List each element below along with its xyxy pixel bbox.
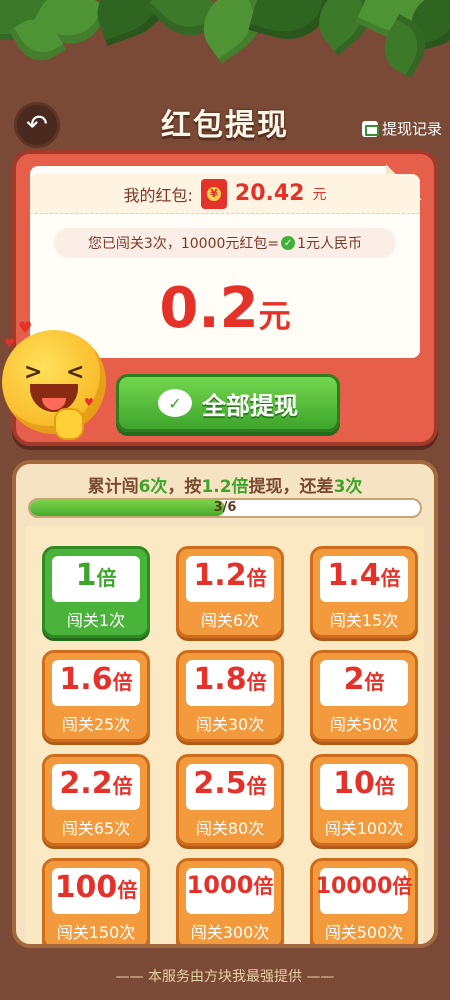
multiplier-tier-8[interactable]: 2.5 倍闯关80次 bbox=[176, 754, 284, 846]
tier-multiplier-value: 1.2 bbox=[193, 558, 247, 593]
multiplier-tier-11[interactable]: 1000 倍闯关300次 bbox=[176, 858, 284, 944]
tier-multiplier-value: 1.6 bbox=[59, 662, 113, 697]
tier-multiplier: 1.8 倍 bbox=[186, 660, 274, 706]
tier-multiplier: 1.2 倍 bbox=[186, 556, 274, 602]
exchange-rate-line: 您已闯关3次，10000元红包= ✓ 1元人民币 bbox=[54, 228, 396, 258]
tier-multiplier-value: 10000 bbox=[315, 874, 393, 899]
multiplier-tier-1[interactable]: 1 倍闯关1次 bbox=[42, 546, 150, 638]
tier-requirement: 闯关50次 bbox=[329, 715, 399, 734]
hongbao-amount: 20.42 bbox=[234, 181, 305, 206]
tier-multiplier: 2.5 倍 bbox=[186, 764, 274, 810]
tier-multiplier: 1.6 倍 bbox=[52, 660, 140, 706]
tier-requirement: 闯关300次 bbox=[190, 923, 270, 942]
progress-label: 3/6 bbox=[213, 500, 237, 515]
tier-multiplier-unit: 倍 bbox=[117, 878, 138, 902]
leaf-decoration bbox=[0, 0, 450, 90]
tier-multiplier-unit: 倍 bbox=[380, 566, 401, 590]
exchange-rate-value: 1元人民币 bbox=[297, 236, 363, 252]
tier-requirement: 闯关80次 bbox=[195, 819, 265, 838]
hongbao-balance-row: 我的红包: 20.42 元 bbox=[30, 174, 420, 214]
amount-unit: 元 bbox=[258, 297, 291, 335]
red-envelope-icon bbox=[200, 178, 227, 209]
hongbao-label: 我的红包: bbox=[123, 185, 193, 205]
record-icon bbox=[361, 120, 379, 137]
tier-multiplier-value: 1.4 bbox=[327, 558, 381, 593]
tier-multiplier-unit: 倍 bbox=[364, 670, 385, 694]
multiplier-tier-6[interactable]: 2 倍闯关50次 bbox=[310, 650, 418, 742]
tier-multiplier: 100 倍 bbox=[52, 868, 140, 914]
tier-multiplier-value: 2 bbox=[343, 662, 365, 697]
tier-multiplier-value: 1.8 bbox=[193, 662, 247, 697]
exchange-rate-text: 您已闯关3次，10000元红包= bbox=[87, 236, 280, 252]
multiplier-tier-7[interactable]: 2.2 倍闯关65次 bbox=[42, 754, 150, 846]
withdraw-all-button[interactable]: 全部提现 bbox=[116, 374, 340, 432]
tier-multiplier-unit: 倍 bbox=[246, 670, 267, 694]
amount-value: 0.2 bbox=[159, 276, 259, 341]
tier-requirement: 闯关25次 bbox=[61, 715, 131, 734]
tier-multiplier: 1倍 bbox=[52, 556, 140, 602]
heart-icon: ♥ bbox=[4, 336, 15, 350]
hongbao-unit: 元 bbox=[312, 186, 327, 203]
tier-multiplier-value: 100 bbox=[54, 870, 118, 905]
multiplier-tier-5[interactable]: 1.8 倍闯关30次 bbox=[176, 650, 284, 742]
tier-multiplier-value: 1000 bbox=[186, 871, 254, 899]
heart-icon: ♥ bbox=[84, 396, 94, 409]
tier-multiplier: 10 倍 bbox=[320, 764, 408, 810]
tier-multiplier-unit: 倍 bbox=[392, 874, 413, 898]
multiplier-panel: 累计闯6次，按1.2倍提现，还差3次 3/6 1 倍闯关1次 1.2 倍闯关6次 1.4… bbox=[12, 460, 438, 948]
tier-multiplier-unit: 倍 bbox=[246, 774, 267, 798]
tier-multiplier: 10000 倍 bbox=[316, 868, 412, 914]
tier-multiplier-value: 2.5 bbox=[193, 766, 247, 801]
tier-multiplier: 2倍 bbox=[320, 660, 408, 706]
laughing-emoji-mascot: > < bbox=[2, 330, 106, 440]
tier-multiplier: 2.2 倍 bbox=[52, 764, 140, 810]
multiplier-tier-2[interactable]: 1.2 倍闯关6次 bbox=[176, 546, 284, 638]
tier-multiplier-unit: 倍 bbox=[253, 874, 274, 898]
tier-requirement: 闯关1次 bbox=[66, 611, 126, 630]
tier-multiplier-unit: 倍 bbox=[112, 774, 133, 798]
withdraw-record-label: 提现记录 bbox=[381, 120, 442, 138]
tier-multiplier-unit: 倍 bbox=[112, 670, 133, 694]
withdraw-all-label: 全部提现 bbox=[202, 391, 298, 420]
tier-requirement: 闯关100次 bbox=[324, 819, 404, 838]
multiplier-tier-4[interactable]: 1.6 倍闯关25次 bbox=[42, 650, 150, 742]
tier-requirement: 闯关150次 bbox=[56, 923, 136, 942]
multiplier-tier-12[interactable]: 10000 倍闯关500次 bbox=[310, 858, 418, 944]
tier-requirement: 闯关30次 bbox=[195, 715, 265, 734]
tier-multiplier: 1.4 倍 bbox=[320, 556, 408, 602]
service-provider-footer: —— 本服务由方块我最强提供 —— bbox=[115, 969, 335, 985]
multiplier-tier-3[interactable]: 1.4 倍闯关15次 bbox=[310, 546, 418, 638]
withdraw-record-link[interactable]: 提现记录 bbox=[361, 118, 442, 139]
tier-multiplier-unit: 倍 bbox=[246, 566, 267, 590]
heart-icon: ♥ bbox=[18, 318, 33, 337]
multiplier-tier-9[interactable]: 10 倍闯关100次 bbox=[310, 754, 418, 846]
multiplier-tier-10[interactable]: 100 倍闯关150次 bbox=[42, 858, 150, 944]
tier-grid: 1 倍闯关1次 1.2 倍闯关6次 1.4 倍闯关15次 1.6 倍闯关25次 1.8 倍闯关30… bbox=[26, 526, 424, 944]
tier-requirement: 闯关500次 bbox=[324, 923, 404, 942]
withdrawable-amount: 0.2元 bbox=[30, 276, 420, 341]
tier-requirement: 闯关15次 bbox=[329, 611, 399, 630]
check-icon: ✓ bbox=[281, 236, 296, 250]
tier-multiplier-unit: 倍 bbox=[96, 566, 117, 590]
tier-multiplier-unit: 倍 bbox=[374, 774, 395, 798]
wechat-icon bbox=[158, 389, 192, 417]
progress-bar: 3/6 bbox=[28, 498, 422, 518]
tier-multiplier-value: 1 bbox=[75, 558, 97, 593]
tier-multiplier-value: 2.2 bbox=[59, 766, 113, 801]
amount-paper: 我的红包: 20.42 元 您已闯关3次，10000元红包= ✓ 1元人民币 0… bbox=[30, 164, 422, 358]
tier-requirement: 闯关65次 bbox=[61, 819, 131, 838]
progress-info: 累计闯6次，按1.2倍提现，还差3次 bbox=[87, 477, 363, 497]
tier-multiplier-value: 10 bbox=[333, 766, 375, 801]
tier-requirement: 闯关6次 bbox=[200, 611, 260, 630]
tier-multiplier: 1000 倍 bbox=[186, 868, 274, 914]
